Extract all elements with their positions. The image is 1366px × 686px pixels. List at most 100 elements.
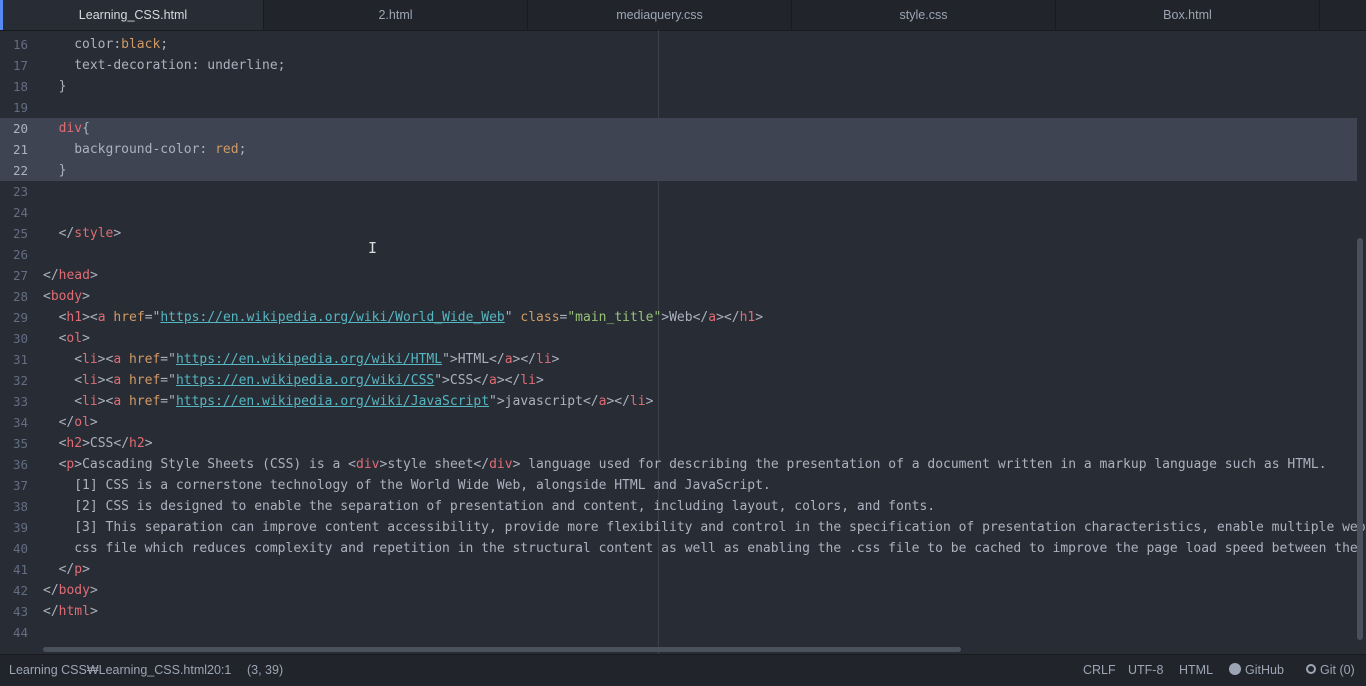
code-line[interactable]: 19: [0, 97, 1357, 118]
code-token: a: [504, 352, 513, 367]
status-grammar[interactable]: HTML: [1179, 655, 1213, 686]
code-text: </html>: [43, 601, 98, 622]
code-line[interactable]: 44: [0, 622, 1357, 643]
code-line[interactable]: 29 <h1><a href="https://en.wikipedia.org/…: [0, 307, 1357, 328]
code-line[interactable]: 30 <ol>: [0, 328, 1357, 349]
horizontal-scrollbar[interactable]: [43, 647, 961, 652]
code-token: "main_title": [567, 310, 662, 325]
line-number: 35: [12, 436, 28, 451]
line-number: 39: [12, 520, 28, 535]
code-line[interactable]: 21 background-color: red;: [0, 139, 1357, 160]
status-line-ending[interactable]: CRLF: [1083, 655, 1116, 686]
code-token: =": [160, 394, 176, 409]
code-token: a: [113, 352, 122, 367]
code-token: black: [121, 37, 161, 52]
line-number: 25: [12, 226, 28, 241]
code-line[interactable]: 42 </body>: [0, 580, 1357, 601]
code-token: style: [74, 226, 114, 241]
code-token[interactable]: https://en.wikipedia.org/wiki/World_Wide…: [160, 310, 504, 325]
code-token: ;: [160, 37, 169, 52]
code-token[interactable]: https://en.wikipedia.org/wiki/HTML: [176, 352, 442, 367]
code-line[interactable]: 35 <h2>CSS</h2>: [0, 433, 1357, 454]
code-line[interactable]: 43 </html>: [0, 601, 1357, 622]
code-line[interactable]: 40 css file which reduces complexity and …: [0, 538, 1366, 559]
code-token: ><: [97, 373, 114, 388]
code-line[interactable]: 28 <body>: [0, 286, 1357, 307]
code-token: li: [536, 352, 552, 367]
code-token: h2: [66, 436, 83, 451]
code-token: ><: [97, 394, 114, 409]
code-token: href: [128, 352, 161, 367]
code-token: >: [89, 583, 98, 598]
code-text: <ol>: [59, 328, 90, 349]
code-line[interactable]: 38 [2] CSS is designed to enable the sepa…: [0, 496, 1357, 517]
code-token: >: [551, 352, 560, 367]
status-bar: Learning CSS₩Learning_CSS.html 20:1 (3, …: [0, 654, 1366, 686]
code-token: >: [89, 415, 98, 430]
code-token[interactable]: https://en.wikipedia.org/wiki/CSS: [176, 373, 434, 388]
code-token: ">CSS</: [434, 373, 490, 388]
code-editor[interactable]: I 16 color:black; 17 text-decoration: under…: [0, 30, 1366, 654]
line-number: 16: [12, 37, 28, 52]
code-text: </head>: [43, 265, 98, 286]
status-git-button[interactable]: Git (0): [1306, 655, 1355, 686]
code-line[interactable]: 34 </ol>: [0, 412, 1357, 433]
code-line[interactable]: 33 <li><a href="https://en.wikipedia.org/…: [0, 391, 1357, 412]
tab-style-css[interactable]: style.css: [792, 0, 1056, 30]
code-token: css file which reduces complexity and re…: [74, 541, 1366, 556]
code-line[interactable]: 26: [0, 244, 1357, 265]
code-token[interactable]: https://en.wikipedia.org/wiki/JavaScript: [176, 394, 489, 409]
line-number: 41: [12, 562, 28, 577]
code-line[interactable]: 36 <p>Cascading Style Sheets (CSS) is a <…: [0, 454, 1357, 475]
tab-box-html[interactable]: Box.html: [1056, 0, 1320, 30]
code-token: li: [82, 352, 98, 367]
code-text: text-decoration: underline;: [74, 55, 285, 76]
tab-2-html[interactable]: 2.html: [264, 0, 528, 30]
line-number: 42: [12, 583, 28, 598]
code-token: >: [82, 331, 90, 346]
vertical-scrollbar[interactable]: [1357, 238, 1363, 640]
line-number: 38: [12, 499, 28, 514]
status-encoding[interactable]: UTF-8: [1128, 655, 1163, 686]
code-text: </ol>: [59, 412, 98, 433]
code-token: a: [113, 394, 122, 409]
code-line[interactable]: 41 </p>: [0, 559, 1357, 580]
code-token: a: [97, 310, 106, 325]
code-line[interactable]: 16 color:black;: [0, 34, 1357, 55]
status-cursor-position[interactable]: 20:1: [207, 655, 231, 686]
tab-learning-css-html[interactable]: Learning_CSS.html: [0, 0, 264, 30]
code-token: background-color:: [74, 142, 216, 157]
code-line[interactable]: 18}: [0, 76, 1357, 97]
code-token: h2: [129, 436, 145, 451]
code-token: href: [128, 373, 161, 388]
code-token: body: [50, 289, 83, 304]
line-number: 24: [12, 205, 28, 220]
status-file-path[interactable]: Learning CSS₩Learning_CSS.html: [9, 655, 207, 686]
line-number: 26: [12, 247, 28, 262]
code-line[interactable]: 22}: [0, 160, 1357, 181]
code-line[interactable]: 37 [1] CSS is a cornerstone technology of…: [0, 475, 1357, 496]
code-line[interactable]: 24: [0, 202, 1357, 223]
status-github-button[interactable]: GitHub: [1229, 655, 1284, 686]
code-token: a: [708, 310, 717, 325]
code-text: background-color: red;: [74, 139, 246, 160]
code-line[interactable]: 39 [3] This separation can improve conten…: [0, 517, 1366, 538]
code-line[interactable]: 25 </style>: [0, 223, 1357, 244]
code-line[interactable]: 31 <li><a href="https://en.wikipedia.org/…: [0, 349, 1357, 370]
code-line[interactable]: 23: [0, 181, 1357, 202]
code-token: html: [58, 604, 90, 619]
code-token: text-decoration: underline;: [74, 58, 286, 73]
tab-mediaquery-css[interactable]: mediaquery.css: [528, 0, 792, 30]
code-text: <body>: [43, 286, 90, 307]
code-text: <h1><a href="https://en.wikipedia.org/wi…: [59, 307, 763, 328]
code-token: ><: [97, 352, 114, 367]
code-line[interactable]: 32 <li><a href="https://en.wikipedia.org/…: [0, 370, 1357, 391]
status-github-label: GitHub: [1245, 663, 1284, 677]
code-token: >: [144, 436, 153, 451]
code-token: </: [43, 268, 59, 283]
code-line[interactable]: 17 text-decoration: underline;: [0, 55, 1357, 76]
code-line[interactable]: 20 div{: [0, 118, 1357, 139]
code-line[interactable]: 27 </head>: [0, 265, 1357, 286]
code-token: ol: [66, 331, 83, 346]
code-token: li: [520, 373, 536, 388]
